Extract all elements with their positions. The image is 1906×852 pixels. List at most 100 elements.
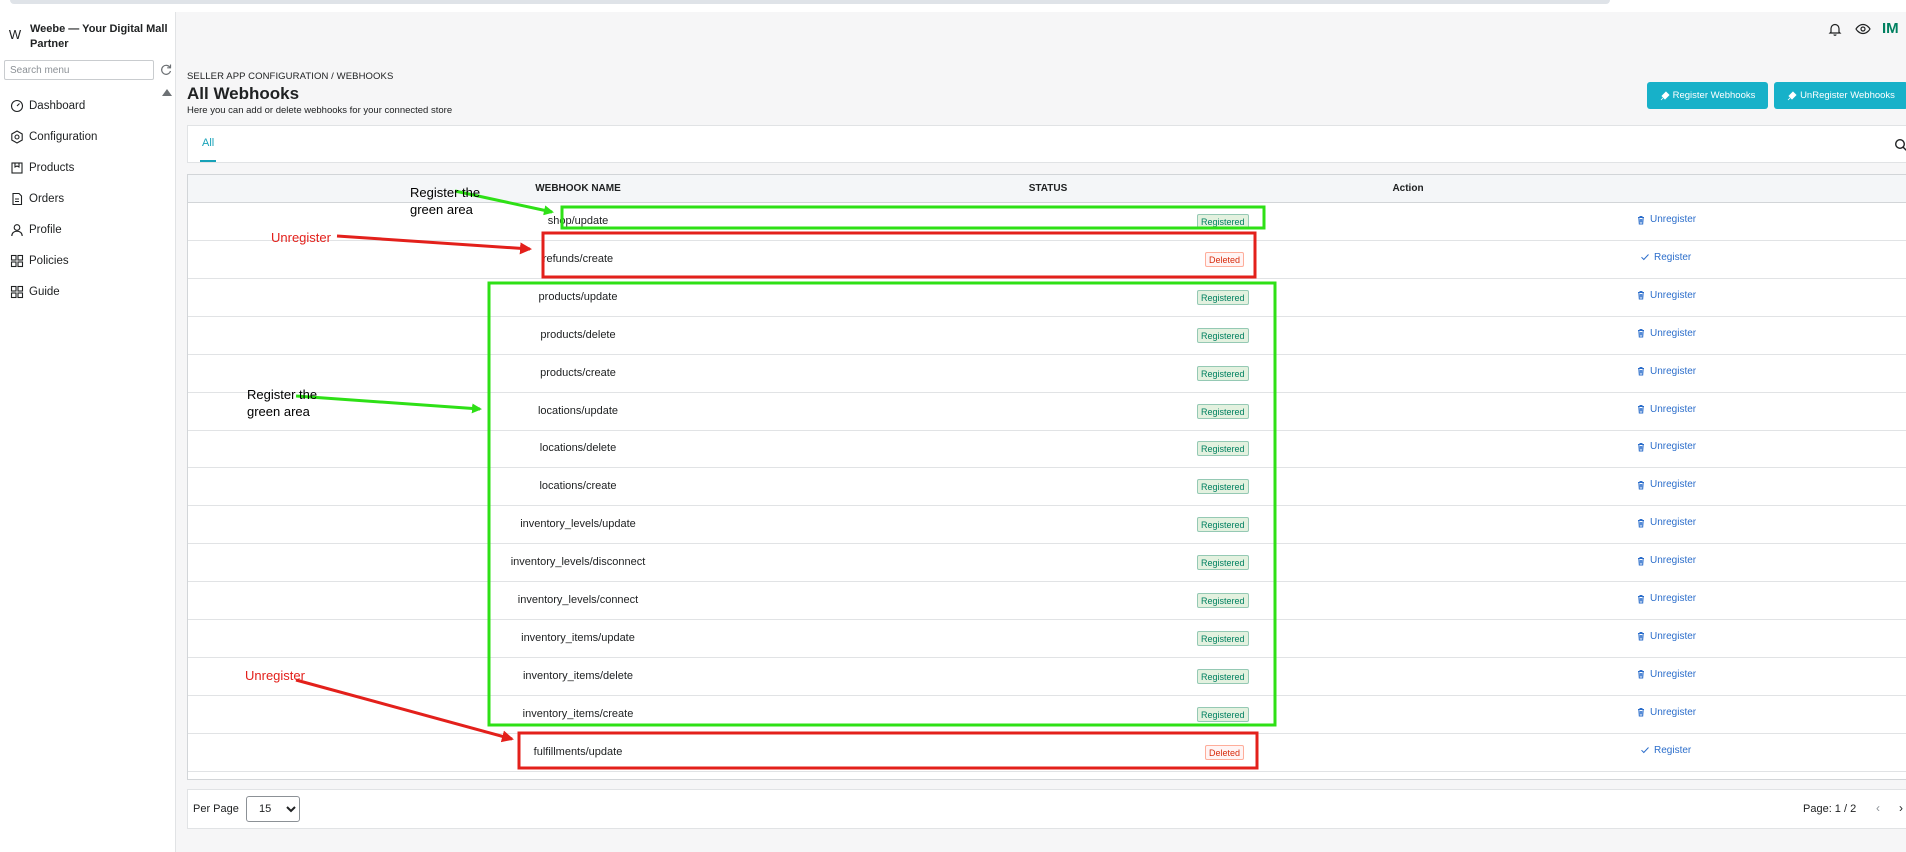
action-label: Unregister (1650, 668, 1697, 680)
status-badge: Registered (1197, 593, 1249, 608)
status-badge: Registered (1197, 517, 1249, 533)
webhook-name: locations/delete (539, 442, 617, 455)
unregister-button[interactable]: Unregister (1636, 631, 1696, 642)
table-row: locations/create Registered Unregister (188, 468, 1906, 507)
webhook-name: inventory_levels/update (520, 518, 636, 531)
sidebar: W Weebe — Your Digital Mall Partner Dash… (0, 12, 176, 852)
unregister-button[interactable]: Unregister (1636, 328, 1696, 339)
unregister-button[interactable]: Unregister (1636, 517, 1696, 528)
register-webhooks-button[interactable]: Register Webhooks (1647, 82, 1768, 109)
action-label: Unregister (1650, 593, 1697, 604)
tabs-bar: All (187, 125, 1906, 163)
sidebar-item-label: Orders (29, 192, 65, 205)
menu-search (4, 60, 172, 82)
top-bar: IM (176, 12, 1906, 56)
unregister-button[interactable]: Unregister (1636, 366, 1696, 377)
register-webhooks-label: Register Webhooks (1672, 90, 1756, 101)
brand[interactable]: W Weebe — Your Digital Mall Partner (4, 18, 174, 54)
action-label: Unregister (1650, 403, 1697, 415)
policies-icon (10, 254, 24, 267)
trash-icon (1638, 670, 1644, 679)
column-header-action: Action (1392, 183, 1424, 194)
table-row: refunds/create Deleted Register (188, 241, 1906, 279)
unregister-button[interactable]: Unregister (1636, 404, 1696, 415)
check-icon (1641, 747, 1649, 754)
webhook-name: products/update (538, 290, 618, 303)
sidebar-item-orders[interactable]: Orders (0, 183, 176, 214)
unregister-button[interactable]: Unregister (1636, 479, 1696, 490)
orders-icon (12, 192, 23, 205)
search-icon[interactable] (1894, 138, 1906, 152)
table-row: inventory_items/create Registered Unregist… (188, 696, 1906, 734)
trash-icon (1638, 367, 1644, 376)
settings-icon (11, 129, 23, 144)
register-button[interactable]: Register (1640, 252, 1691, 263)
webhook-name: inventory_items/update (521, 631, 635, 644)
action-label: Unregister (1650, 365, 1697, 377)
sidebar-item-products[interactable]: Products (0, 152, 176, 183)
sidebar-item-label: Policies (29, 254, 69, 267)
next-page-icon[interactable]: › (1891, 798, 1906, 818)
sidebar-item-policies[interactable]: Policies (0, 245, 176, 276)
action-label: Unregister (1650, 214, 1697, 225)
products-icon (11, 161, 23, 174)
unregister-button[interactable]: Unregister (1636, 669, 1696, 680)
unregister-button[interactable]: Unregister (1636, 441, 1696, 452)
action-label: Unregister (1650, 555, 1697, 567)
browser-top-strip (0, 0, 1906, 12)
sidebar-item-configuration[interactable]: Configuration (0, 121, 176, 152)
webhook-name: fulfillments/update (533, 745, 623, 758)
sidebar-item-profile[interactable]: Profile (0, 214, 176, 245)
avatar[interactable]: IM (1882, 20, 1899, 37)
refresh-icon[interactable] (159, 63, 173, 77)
bell-icon[interactable] (1828, 22, 1842, 36)
profile-icon (11, 223, 23, 236)
eye-icon[interactable] (1855, 22, 1871, 36)
table-row: inventory_items/update Registered Unregist… (188, 620, 1906, 658)
annotation-register-note: Register the green area (247, 387, 318, 419)
webhook-name: inventory_items/create (522, 707, 634, 720)
table-row: fulfillments/update Deleted Register (188, 734, 1906, 772)
search-menu-input[interactable] (4, 60, 154, 80)
status-badge: Registered (1197, 706, 1249, 722)
webhook-name: products/create (540, 366, 616, 379)
brand-logo: W (8, 27, 22, 42)
register-button[interactable]: Register (1640, 745, 1691, 756)
brand-name: Weebe — Your Digital Mall Partner (30, 23, 168, 50)
unregister-button[interactable]: Unregister (1636, 555, 1696, 566)
tab-all[interactable]: All (200, 126, 217, 162)
trash-icon (1638, 405, 1644, 414)
sidebar-item-label: Guide (29, 285, 60, 298)
sidebar-item-dashboard[interactable]: Dashboard (0, 90, 176, 121)
status-badge: Registered (1197, 668, 1249, 684)
trash-icon (1638, 594, 1644, 603)
trash-icon (1638, 632, 1644, 641)
status-badge: Registered (1197, 214, 1249, 229)
trash-icon (1638, 708, 1644, 717)
annotation-unregister-note: Unregister (245, 668, 305, 683)
table-row: products/delete Registered Unregister (188, 317, 1906, 355)
main-content: IM SELLER APP CONFIGURATION / WEBHOOKS A… (176, 12, 1906, 852)
unregister-webhooks-button[interactable]: UnRegister Webhooks (1774, 82, 1906, 109)
status-badge: Deleted (1205, 251, 1245, 267)
status-badge: Registered (1197, 479, 1249, 495)
unregister-button[interactable]: Unregister (1636, 214, 1696, 225)
unregister-button[interactable]: Unregister (1636, 593, 1696, 604)
action-label: Unregister (1650, 327, 1697, 339)
unregister-button[interactable]: Unregister (1636, 290, 1696, 301)
status-badge: Registered (1197, 630, 1249, 646)
trash-icon (1638, 556, 1644, 566)
plug-icon (1660, 90, 1670, 100)
unplug-icon (1787, 90, 1797, 100)
status-badge: Deleted (1205, 744, 1245, 760)
table-row: products/create Registered Unregister (188, 355, 1906, 393)
trash-icon (1638, 480, 1644, 490)
status-badge: Registered (1197, 365, 1249, 381)
status-badge: Registered (1197, 555, 1249, 571)
webhook-name: products/delete (540, 328, 616, 341)
sidebar-item-guide[interactable]: Guide (0, 276, 176, 307)
per-page-select[interactable]: 15 (246, 796, 300, 822)
action-label: Unregister (1650, 630, 1697, 642)
unregister-button[interactable]: Unregister (1636, 707, 1696, 718)
previous-page-icon[interactable]: ‹ (1868, 798, 1888, 818)
